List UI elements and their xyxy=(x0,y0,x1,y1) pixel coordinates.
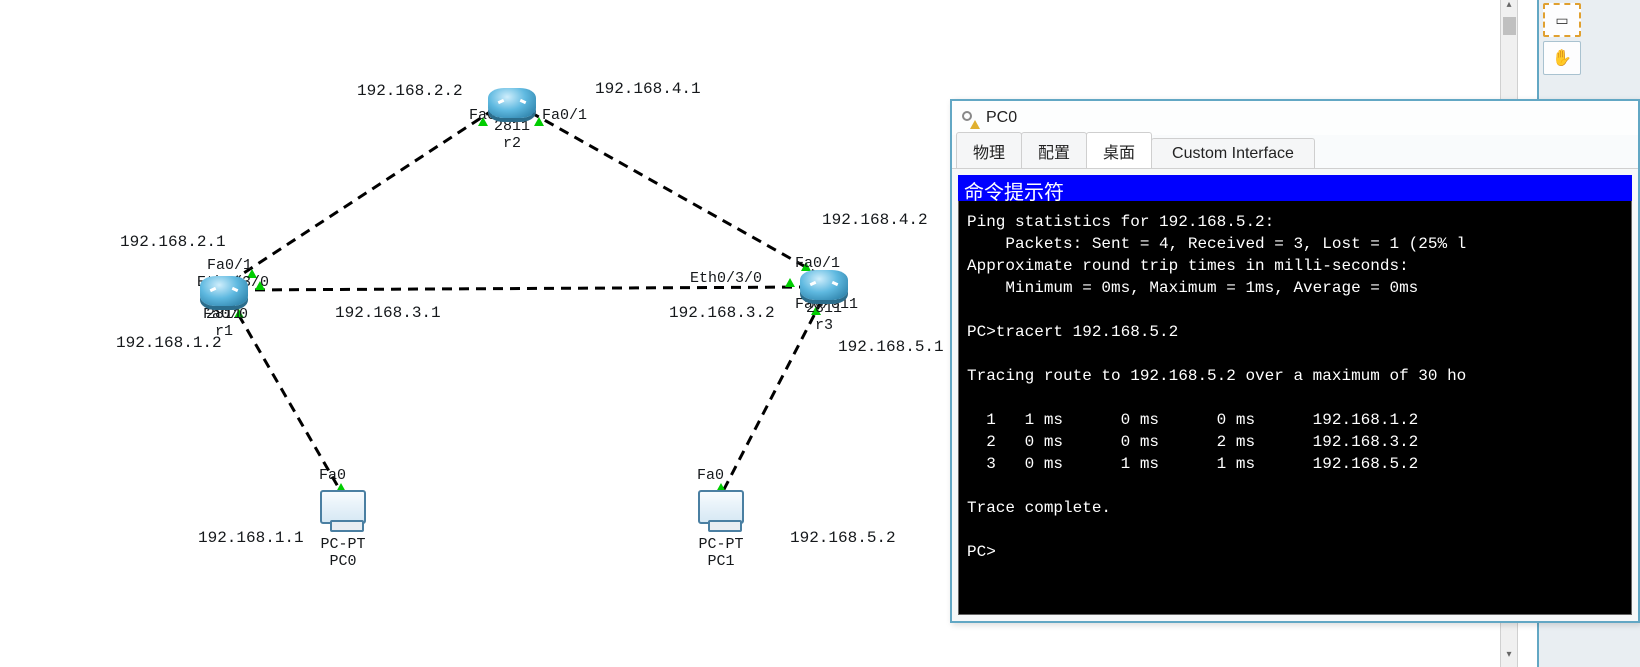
terminal-panel: 命令提示符 Ping statistics for 192.168.5.2: P… xyxy=(952,169,1638,621)
ip-label-l13a: 192.168.3.1 xyxy=(335,304,441,322)
device-name: r1 xyxy=(200,323,248,340)
router-icon xyxy=(800,270,848,300)
device-name: r3 xyxy=(800,317,848,334)
ip-label-r2-right: 192.168.4.1 xyxy=(595,80,701,98)
if-r2-right: Fa0/1 xyxy=(542,107,587,124)
ip-label-r1-up: 192.168.2.1 xyxy=(120,233,226,251)
pc0-window[interactable]: PC0 物理 配置 桌面 Custom Interface 命令提示符 Ping… xyxy=(950,99,1640,623)
device-model: PC-PT xyxy=(698,536,744,553)
device-name: PC0 xyxy=(320,553,366,570)
tool-select-marquee[interactable]: ▭ xyxy=(1543,3,1581,37)
router-icon xyxy=(200,276,248,306)
ip-label-r2-left: 192.168.2.2 xyxy=(357,82,463,100)
tab-physical[interactable]: 物理 xyxy=(956,132,1022,168)
device-pc1[interactable]: PC-PT PC1 xyxy=(698,490,744,570)
ip-label-pc0: 192.168.1.1 xyxy=(198,529,304,547)
ip-label-l13b: 192.168.3.2 xyxy=(669,304,775,322)
scrollbar-thumb[interactable] xyxy=(1503,17,1516,35)
if-pc0: Fa0 xyxy=(319,467,346,484)
ip-label-r3-up: 192.168.4.2 xyxy=(822,211,928,229)
ip-label-pc1: 192.168.5.2 xyxy=(790,529,896,547)
device-name: PC1 xyxy=(698,553,744,570)
terminal-output[interactable]: Ping statistics for 192.168.5.2: Packets… xyxy=(958,201,1632,615)
link-led xyxy=(785,278,795,287)
selection-icon: ▭ xyxy=(1555,12,1568,29)
tool-hand[interactable]: ✋ xyxy=(1543,41,1581,75)
tab-desktop[interactable]: 桌面 xyxy=(1086,132,1152,168)
pc-icon xyxy=(698,490,744,524)
hand-icon: ✋ xyxy=(1552,48,1572,68)
if-pc1: Fa0 xyxy=(697,467,724,484)
if-r3-left: Eth0/3/0 xyxy=(690,270,762,287)
ip-label-r3-down: 192.168.5.1 xyxy=(838,338,944,356)
device-model: PC-PT xyxy=(320,536,366,553)
device-name: r2 xyxy=(488,135,536,152)
device-router-r1[interactable]: 2811 r1 xyxy=(200,276,248,340)
if-r1-up: Fa0/1 xyxy=(207,257,252,274)
device-pc0[interactable]: PC-PT PC0 xyxy=(320,490,366,570)
window-title: PC0 xyxy=(986,109,1017,127)
pc-icon xyxy=(320,490,366,524)
device-model: 2811 xyxy=(200,306,248,323)
router-icon xyxy=(488,88,536,118)
window-app-icon xyxy=(960,109,978,127)
pc0-tabset: 物理 配置 桌面 Custom Interface xyxy=(952,135,1638,169)
device-router-r3[interactable]: 2811 r3 xyxy=(800,270,848,334)
device-model: 2811 xyxy=(488,118,536,135)
terminal-header: 命令提示符 xyxy=(958,175,1632,201)
window-titlebar[interactable]: PC0 xyxy=(952,101,1638,135)
device-model: 2811 xyxy=(800,300,848,317)
tab-custom-interface[interactable]: Custom Interface xyxy=(1151,138,1315,168)
device-router-r2[interactable]: 2811 r2 xyxy=(488,88,536,152)
tab-config[interactable]: 配置 xyxy=(1021,132,1087,168)
